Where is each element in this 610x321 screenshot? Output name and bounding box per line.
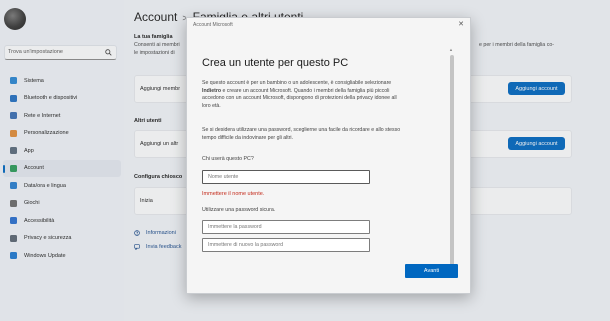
create-user-dialog: Account Microsoft ✕ Crea un utente per q… — [186, 17, 471, 294]
close-icon[interactable]: ✕ — [458, 20, 464, 28]
dialog-heading: Crea un utente per questo PC — [202, 57, 349, 69]
dialog-para-line: tempo difficile da indovinare per gli al… — [202, 134, 294, 141]
dialog-para-line: Indietro e creare un account Microsoft. … — [202, 88, 389, 95]
dialog-para-line-rest: e creare un account Microsoft. Quando i … — [221, 87, 390, 94]
dialog-window-title: Account Microsoft — [193, 22, 233, 28]
scrollbar-thumb[interactable] — [450, 55, 454, 273]
username-field[interactable]: Nome utente — [202, 170, 370, 184]
dialog-para-line: accedono con un account Microsoft, dispo… — [202, 95, 397, 101]
password-placeholder: Immettere la password — [208, 224, 262, 230]
password-repeat-field[interactable]: Immettere di nuovo la password — [202, 238, 370, 252]
password-field[interactable]: Immettere la password — [202, 220, 370, 234]
dialog-para-line: Se questo account è per un bambino o un … — [202, 80, 392, 86]
password-repeat-placeholder: Immettere di nuovo la password — [208, 242, 284, 248]
password-label: Utilizzare una password sicura. — [202, 207, 276, 213]
who-label: Chi userà questo PC? — [202, 156, 254, 162]
dialog-para-line: loro età. — [202, 102, 221, 109]
dialog-scrollbar[interactable]: ▲ ▼ — [449, 47, 455, 278]
next-button[interactable]: Avanti — [405, 264, 458, 278]
dialog-para-line: Se si desidera utilizzare una password, … — [202, 127, 401, 133]
username-error: Immettere il nome utente. — [202, 191, 265, 197]
username-placeholder: Nome utente — [208, 174, 239, 180]
scroll-up-icon[interactable]: ▲ — [449, 47, 453, 52]
back-keyword: Indietro — [202, 87, 222, 94]
